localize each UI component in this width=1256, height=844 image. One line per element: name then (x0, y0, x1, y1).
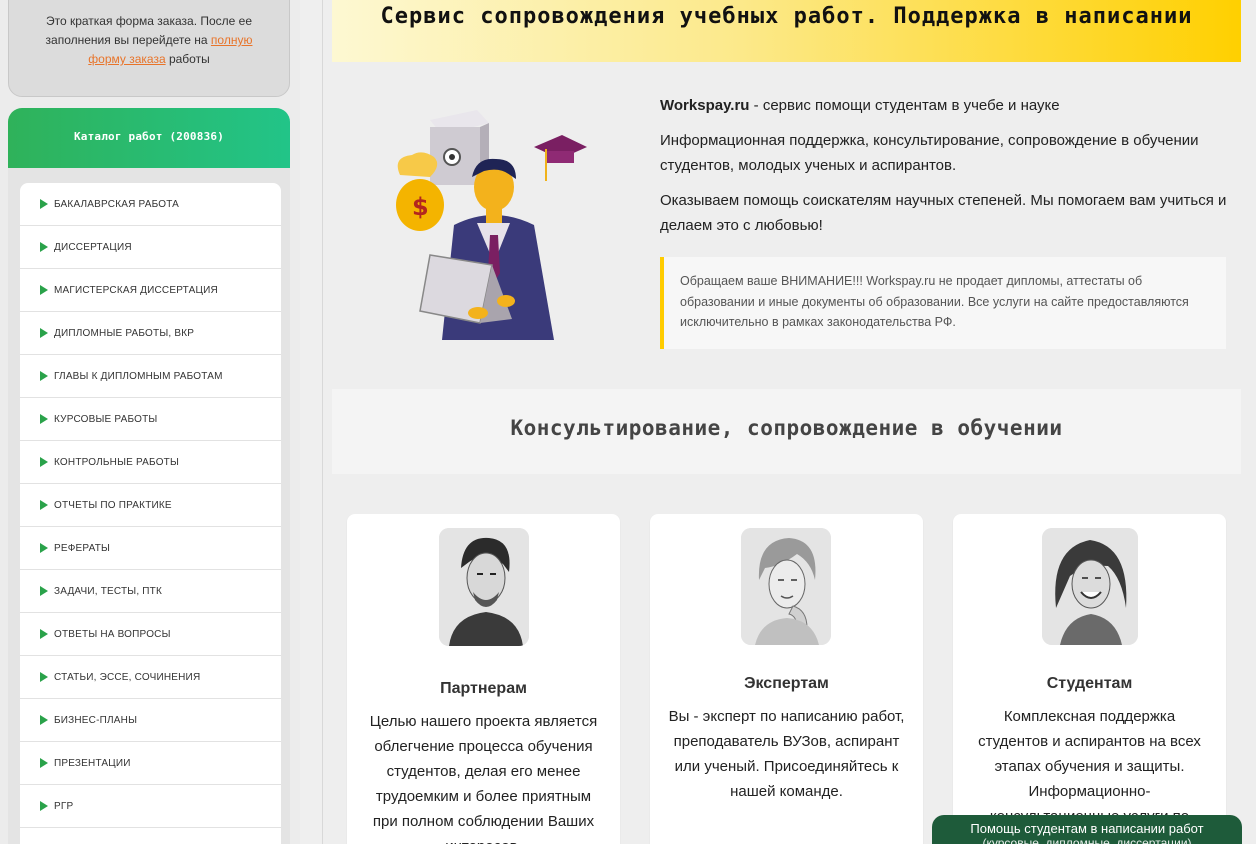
triangle-right-icon (40, 328, 48, 338)
triangle-right-icon (40, 199, 48, 209)
chat-widget[interactable]: Помощь студентам в написании работ (курс… (932, 815, 1242, 844)
top-banner: Сервис сопровождения учебных работ. Подд… (332, 0, 1241, 62)
triangle-right-icon (40, 500, 48, 510)
catalog-list: БАКАЛАВРСКАЯ РАБОТА ДИССЕРТАЦИЯ МАГИСТЕР… (20, 183, 281, 844)
section-header: Консультирование, сопровождение в обучен… (332, 389, 1241, 474)
catalog-item-coursework[interactable]: КУРСОВЫЕ РАБОТЫ (20, 398, 281, 441)
catalog-item-presentations[interactable]: ПРЕЗЕНТАЦИИ (20, 742, 281, 785)
catalog-item-diploma[interactable]: ДИПЛОМНЫЕ РАБОТЫ, ВКР (20, 312, 281, 355)
triangle-right-icon (40, 242, 48, 252)
card-students[interactable]: Студентам Комплексная поддержка студенто… (953, 514, 1226, 844)
triangle-right-icon (40, 586, 48, 596)
intro-line-1: Workspay.ru - сервис помощи студентам в … (660, 93, 1240, 118)
triangle-right-icon (40, 758, 48, 768)
catalog-item-label: ДИПЛОМНЫЕ РАБОТЫ, ВКР (54, 327, 195, 339)
catalog-item-tasks[interactable]: ЗАДАЧИ, ТЕСТЫ, ПТК (20, 570, 281, 613)
catalog-item-label: ОТЧЕТЫ ПО ПРАКТИКЕ (54, 499, 172, 511)
triangle-right-icon (40, 672, 48, 682)
student-photo (1042, 528, 1138, 645)
triangle-right-icon (40, 801, 48, 811)
catalog-item-more[interactable] (20, 828, 281, 844)
brand-name: Workspay.ru (660, 97, 750, 114)
intro-text: Workspay.ru - сервис помощи студентам в … (660, 93, 1240, 248)
section-title: Консультирование, сопровождение в обучен… (510, 416, 1063, 440)
catalog-header[interactable]: Каталог работ (200836) (8, 108, 290, 168)
intro-line-1-rest: - сервис помощи студентам в учебе и наук… (749, 97, 1060, 114)
catalog-item-chapters[interactable]: ГЛАВЫ К ДИПЛОМНЫМ РАБОТАМ (20, 355, 281, 398)
catalog-item-business[interactable]: БИЗНЕС-ПЛАНЫ (20, 699, 281, 742)
order-note-text-end: работы (165, 52, 210, 66)
catalog-item-master[interactable]: МАГИСТЕРСКАЯ ДИССЕРТАЦИЯ (20, 269, 281, 312)
partner-photo (439, 528, 529, 646)
chat-widget-title: Помощь студентам в написании работ (970, 821, 1204, 836)
catalog-item-label: РЕФЕРАТЫ (54, 542, 111, 554)
catalog-item-label: ПРЕЗЕНТАЦИИ (54, 757, 131, 769)
card-partners[interactable]: Партнерам Целью нашего проекта является … (347, 514, 620, 844)
catalog-item-dissertation[interactable]: ДИССЕРТАЦИЯ (20, 226, 281, 269)
catalog-item-answers[interactable]: ОТВЕТЫ НА ВОПРОСЫ (20, 613, 281, 656)
chat-widget-subtitle: (курсовые, дипломные, диссертации) (982, 836, 1192, 844)
card-text: Целью нашего проекта является облегчение… (369, 713, 598, 844)
catalog-item-label: ОТВЕТЫ НА ВОПРОСЫ (54, 628, 171, 640)
catalog-item-tests[interactable]: КОНТРОЛЬНЫЕ РАБОТЫ (20, 441, 281, 484)
card-text: Комплексная поддержка студентов и аспира… (978, 708, 1201, 825)
triangle-right-icon (40, 371, 48, 381)
catalog-item-label: РГР (54, 800, 74, 812)
intro-line-2: Информационная поддержка, консультирован… (660, 132, 1199, 174)
triangle-right-icon (40, 715, 48, 725)
catalog-item-label: ЗАДАЧИ, ТЕСТЫ, ПТК (54, 585, 163, 597)
card-title: Экспертам (744, 675, 829, 692)
catalog-item-label: ДИССЕРТАЦИЯ (54, 241, 132, 253)
triangle-right-icon (40, 543, 48, 553)
catalog-item-label: КУРСОВЫЕ РАБОТЫ (54, 413, 158, 425)
catalog-item-essays[interactable]: РЕФЕРАТЫ (20, 527, 281, 570)
expert-photo (741, 528, 831, 645)
short-order-note: Это краткая форма заказа. После ее запол… (8, 0, 290, 97)
catalog-item-label: БАКАЛАВРСКАЯ РАБОТА (54, 198, 180, 210)
banner-title: Сервис сопровождения учебных работ. Подд… (380, 4, 1193, 29)
catalog-item-label: МАГИСТЕРСКАЯ ДИССЕРТАЦИЯ (54, 284, 218, 296)
catalog-item-bachelor[interactable]: БАКАЛАВРСКАЯ РАБОТА (20, 183, 281, 226)
card-text: Вы - эксперт по написанию работ, препода… (668, 708, 905, 800)
catalog-item-rgr[interactable]: РГР (20, 785, 281, 828)
legal-notice: Обращаем ваше ВНИМАНИЕ!!! Workspay.ru не… (660, 257, 1226, 349)
catalog-item-label: СТАТЬИ, ЭССЕ, СОЧИНЕНИЯ (54, 671, 201, 683)
catalog-item-label: БИЗНЕС-ПЛАНЫ (54, 714, 138, 726)
triangle-right-icon (40, 457, 48, 467)
card-title: Студентам (1046, 675, 1133, 692)
catalog-item-articles[interactable]: СТАТЬИ, ЭССЕ, СОЧИНЕНИЯ (20, 656, 281, 699)
catalog-item-practice[interactable]: ОТЧЕТЫ ПО ПРАКТИКЕ (20, 484, 281, 527)
triangle-right-icon (40, 414, 48, 424)
student-illustration: $ (382, 105, 602, 340)
triangle-right-icon (40, 285, 48, 295)
catalog-item-label: ГЛАВЫ К ДИПЛОМНЫМ РАБОТАМ (54, 370, 223, 382)
triangle-right-icon (40, 629, 48, 639)
card-title: Партнерам (440, 680, 527, 697)
intro-line-3: Оказываем помощь соискателям научных сте… (660, 192, 1227, 234)
svg-text:$: $ (412, 193, 429, 221)
catalog-item-label: КОНТРОЛЬНЫЕ РАБОТЫ (54, 456, 180, 468)
card-experts[interactable]: Экспертам Вы - эксперт по написанию рабо… (650, 514, 923, 844)
